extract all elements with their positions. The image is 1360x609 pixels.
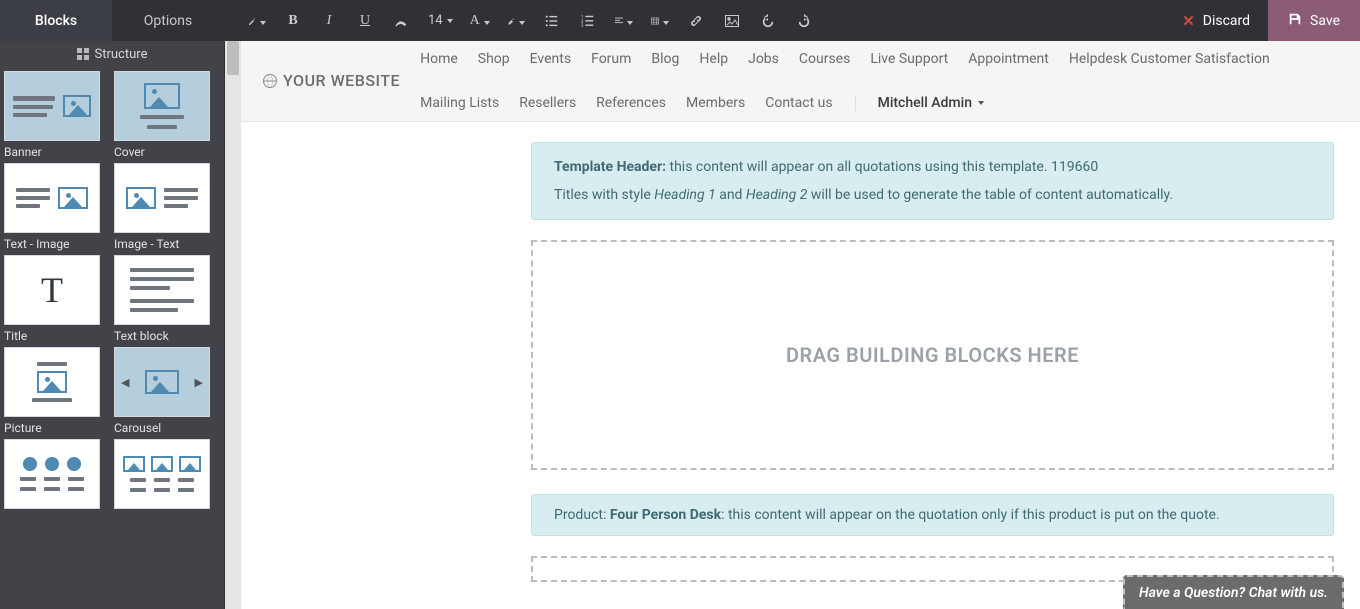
- undo-icon[interactable]: [759, 12, 777, 30]
- unordered-list-icon[interactable]: [543, 12, 561, 30]
- nav-link[interactable]: Blog: [651, 51, 679, 67]
- block-image-text[interactable]: Image - Text: [114, 163, 220, 251]
- nav-link[interactable]: Contact us: [765, 95, 832, 111]
- template-header-box: Template Header: this content will appea…: [531, 142, 1334, 220]
- block-carousel[interactable]: ◀▶ Carousel: [114, 347, 220, 435]
- nav-link[interactable]: Help: [699, 51, 728, 67]
- magic-wand-icon[interactable]: [248, 12, 266, 30]
- block-banner[interactable]: Banner: [4, 71, 110, 159]
- editor-toolbar: Blocks Options B I U 14 A 123: [0, 0, 1360, 41]
- italic-icon[interactable]: I: [320, 12, 338, 30]
- editor-canvas: YOUR WEBSITE Home Shop Events Forum Blog Help…: [241, 41, 1360, 609]
- toolbar-formatting: B I U 14 A 123: [224, 0, 813, 41]
- globe-icon: [263, 74, 277, 88]
- underline-icon[interactable]: U: [356, 12, 374, 30]
- nav-link[interactable]: Home: [420, 51, 458, 67]
- save-button[interactable]: Save: [1268, 0, 1360, 41]
- ordered-list-icon[interactable]: 123: [579, 12, 597, 30]
- product-box: Product: Four Person Desk: this content …: [531, 494, 1334, 536]
- block-picture[interactable]: Picture: [4, 347, 110, 435]
- nav-link[interactable]: Resellers: [519, 95, 576, 111]
- nav-link[interactable]: Mailing Lists: [420, 95, 499, 111]
- side-panel-scrollbar[interactable]: [225, 41, 241, 609]
- chat-widget[interactable]: Have a Question? Chat with us.: [1123, 575, 1344, 609]
- font-size-dropdown[interactable]: 14: [428, 13, 453, 28]
- save-label: Save: [1310, 13, 1340, 29]
- nav-link[interactable]: References: [596, 95, 666, 111]
- redo-icon[interactable]: [795, 12, 813, 30]
- block-text-block[interactable]: Text block: [114, 255, 220, 343]
- nav-link[interactable]: Courses: [799, 51, 850, 67]
- scroll-thumb[interactable]: [227, 41, 239, 75]
- nav-link[interactable]: Jobs: [748, 51, 779, 67]
- tab-options[interactable]: Options: [112, 0, 224, 41]
- image-icon[interactable]: [723, 12, 741, 30]
- nav-link[interactable]: Helpdesk Customer Satisfaction: [1069, 51, 1270, 67]
- block-title[interactable]: T Title: [4, 255, 110, 343]
- block-text-image[interactable]: Text - Image: [4, 163, 110, 251]
- link-icon[interactable]: [687, 12, 705, 30]
- nav-link[interactable]: Appointment: [968, 51, 1049, 67]
- blocks-panel: Structure Banner: [0, 41, 225, 609]
- nav-link[interactable]: Mitchell Admin: [878, 95, 984, 111]
- block-cover[interactable]: Cover: [114, 71, 220, 159]
- nav-link[interactable]: Members: [686, 95, 745, 111]
- bold-icon[interactable]: B: [284, 12, 302, 30]
- table-icon[interactable]: [651, 12, 669, 30]
- save-icon: [1288, 12, 1302, 30]
- site-header: YOUR WEBSITE Home Shop Events Forum Blog Help…: [241, 41, 1360, 122]
- clear-format-icon[interactable]: [392, 12, 410, 30]
- site-nav: Home Shop Events Forum Blog Help Jobs Courses Li…: [420, 51, 1338, 111]
- nav-link[interactable]: Shop: [478, 51, 510, 67]
- mosaic-icon: [77, 48, 89, 60]
- tab-blocks[interactable]: Blocks: [0, 0, 112, 41]
- section-heading-structure: Structure: [0, 41, 224, 67]
- nav-link[interactable]: Events: [530, 51, 571, 67]
- discard-button[interactable]: ✕ Discard: [1164, 0, 1268, 41]
- site-brand[interactable]: YOUR WEBSITE: [263, 71, 400, 90]
- highlight-icon[interactable]: [507, 12, 525, 30]
- dropzone-main[interactable]: DRAG BUILDING BLOCKS HERE: [531, 240, 1334, 470]
- nav-link[interactable]: Forum: [591, 51, 631, 67]
- block-gallery[interactable]: [114, 439, 220, 509]
- font-color-icon[interactable]: A: [471, 12, 489, 30]
- block-columns[interactable]: [4, 439, 110, 509]
- close-icon: ✕: [1182, 12, 1195, 30]
- svg-text:3: 3: [581, 24, 584, 28]
- nav-link[interactable]: Live Support: [870, 51, 948, 67]
- align-icon[interactable]: [615, 12, 633, 30]
- discard-label: Discard: [1203, 13, 1250, 29]
